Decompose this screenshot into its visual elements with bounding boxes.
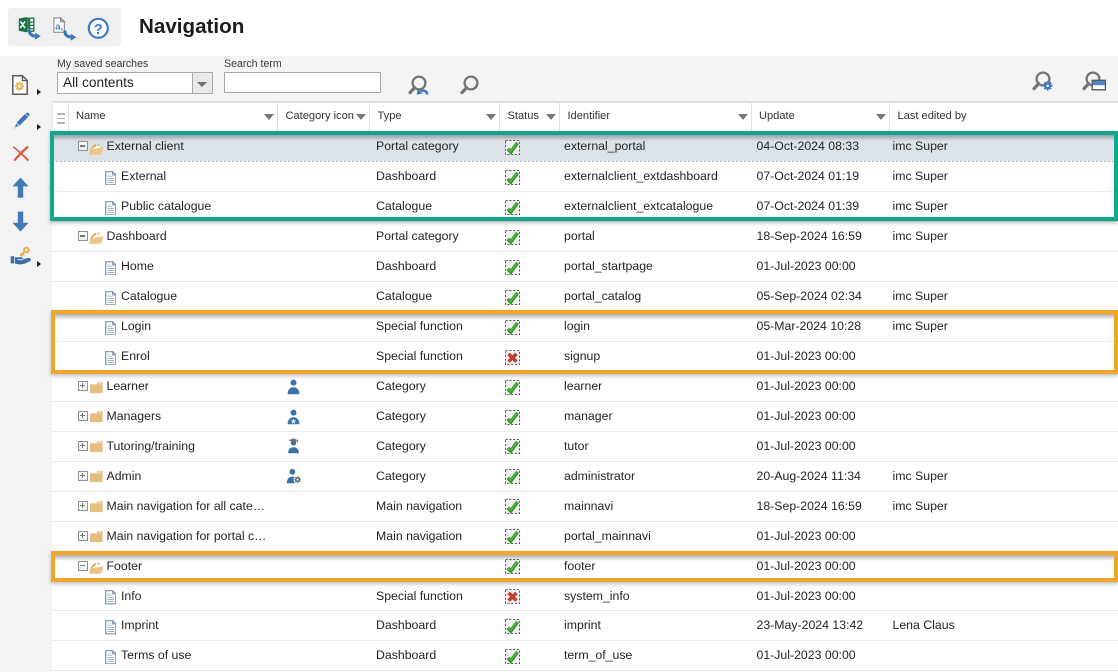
- svg-text:a,: a,: [55, 21, 63, 32]
- svg-text:?: ?: [94, 22, 103, 38]
